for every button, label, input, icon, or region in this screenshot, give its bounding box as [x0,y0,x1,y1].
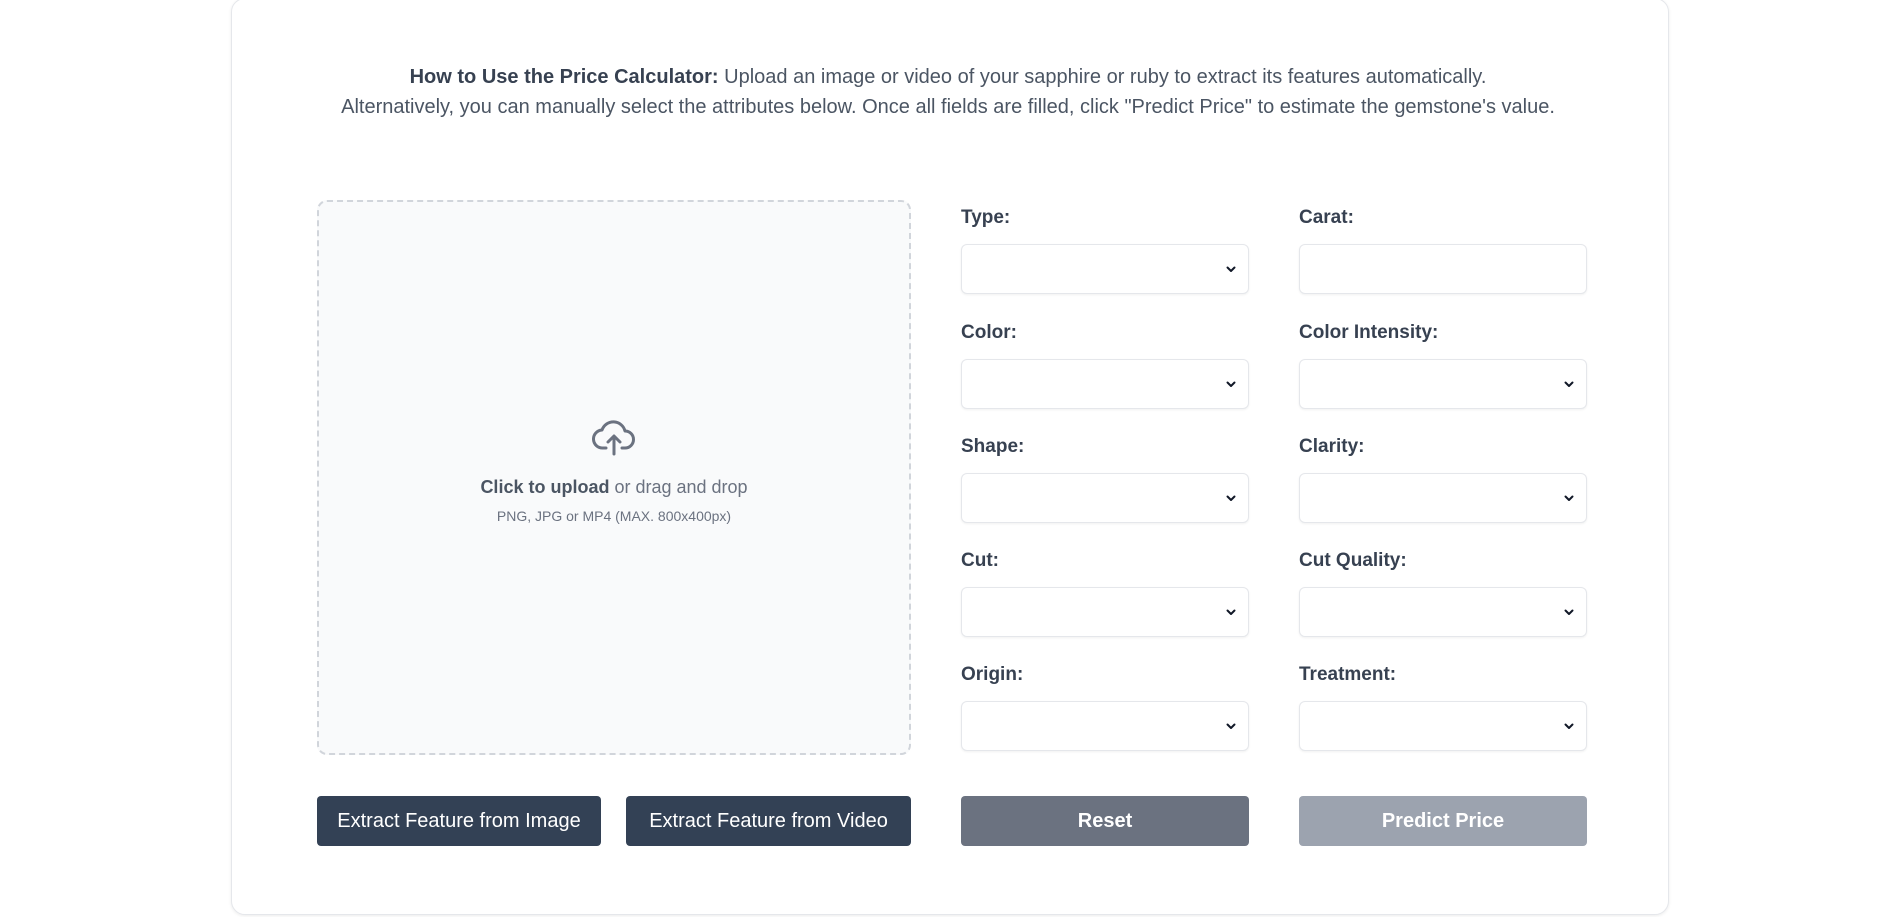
reset-button[interactable]: Reset [961,796,1249,846]
upload-instructions: Click to upload or drag and drop [319,477,909,498]
treatment-label: Treatment: [1299,664,1397,685]
upload-file-hint: PNG, JPG or MP4 (MAX. 800x400px) [496,508,732,524]
chevron-down-icon [1564,381,1574,387]
origin-field: Origin: [961,663,1249,751]
cut-label: Cut: [961,550,999,571]
shape-label: Shape: [961,436,1025,457]
color-field: Color: [961,321,1249,409]
extract-from-video-button[interactable]: Extract Feature from Video [626,796,911,846]
carat-label: Carat: [1299,207,1354,228]
cut-quality-label: Cut Quality: [1299,550,1407,571]
chevron-down-icon [1226,609,1236,615]
chevron-down-icon [1226,266,1236,272]
chevron-down-icon [1226,495,1236,501]
chevron-down-icon [1226,723,1236,729]
color-select[interactable] [961,359,1249,409]
cut-field: Cut: [961,549,1249,637]
treatment-field: Treatment: [1299,663,1587,751]
cloud-upload-icon [592,420,636,456]
clarity-label: Clarity: [1299,436,1365,457]
clarity-select[interactable] [1299,473,1587,523]
predict-price-button[interactable]: Predict Price [1299,796,1587,846]
cut-quality-select[interactable] [1299,587,1587,637]
color-intensity-select[interactable] [1299,359,1587,409]
upload-content: Click to upload or drag and drop PNG, JP… [319,420,909,524]
drag-and-drop-text: or drag and drop [609,477,748,497]
extract-from-image-button[interactable]: Extract Feature from Image [317,796,601,846]
click-to-upload-link[interactable]: Click to upload [480,477,609,497]
color-label: Color: [961,322,1017,343]
type-select[interactable] [961,244,1249,294]
origin-select[interactable] [961,701,1249,751]
chevron-down-icon [1564,723,1574,729]
color-intensity-field: Color Intensity: [1299,321,1587,409]
shape-field: Shape: [961,435,1249,523]
type-label: Type: [961,207,1011,228]
type-field: Type: [961,206,1249,294]
chevron-down-icon [1564,609,1574,615]
chevron-down-icon [1226,381,1236,387]
chevron-down-icon [1564,495,1574,501]
treatment-select[interactable] [1299,701,1587,751]
origin-label: Origin: [961,664,1024,685]
color-intensity-label: Color Intensity: [1299,322,1439,343]
instructions-line-1: How to Use the Price Calculator: Upload … [0,62,1896,92]
instructions-lead: How to Use the Price Calculator: [409,66,719,88]
shape-select[interactable] [961,473,1249,523]
instructions-line-2: Alternatively, you can manually select t… [341,96,1555,118]
upload-dropzone[interactable]: Click to upload or drag and drop PNG, JP… [317,200,911,755]
carat-input[interactable] [1299,244,1587,294]
cut-quality-field: Cut Quality: [1299,549,1587,637]
instructions: How to Use the Price Calculator: Upload … [0,62,1896,122]
clarity-field: Clarity: [1299,435,1587,523]
instructions-line-1-text: Upload an image or video of your sapphir… [718,66,1487,88]
cut-select[interactable] [961,587,1249,637]
carat-field: Carat: [1299,206,1587,294]
